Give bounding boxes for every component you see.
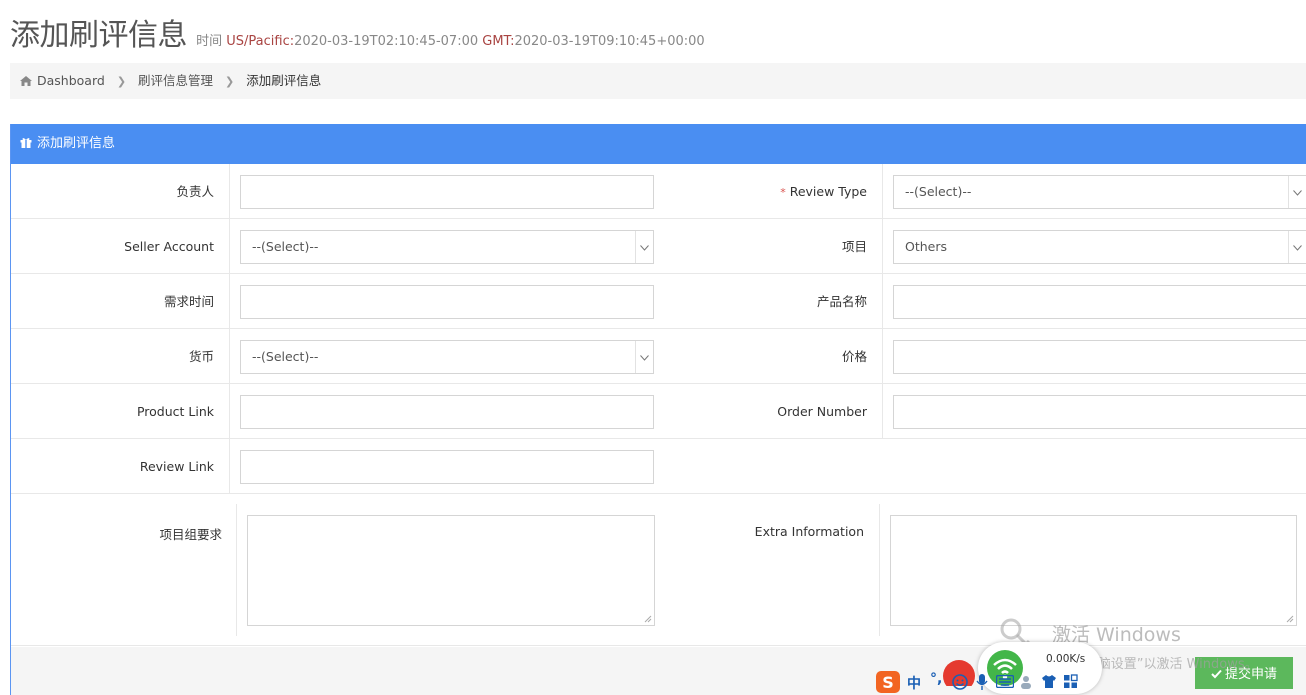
resize-grip-icon: [1286, 615, 1294, 623]
chevron-down-icon: [635, 341, 653, 373]
breadcrumb-current: 添加刷评信息: [246, 73, 322, 88]
resize-grip-icon: [644, 615, 652, 623]
product-name-input[interactable]: [893, 285, 1306, 319]
order-number-label: Order Number: [777, 404, 867, 419]
form-row: Review Link: [11, 439, 1306, 494]
owner-input[interactable]: [240, 175, 654, 209]
form-row: Product Link Order Number: [11, 384, 1306, 439]
breadcrumb-review-management[interactable]: 刷评信息管理: [138, 73, 213, 88]
emoji-icon[interactable]: [952, 674, 968, 690]
seller-account-label: Seller Account: [124, 239, 214, 254]
breadcrumb: Dashboard ❯ 刷评信息管理 ❯ 添加刷评信息: [10, 63, 1306, 99]
chevron-right-icon: ❯: [116, 75, 127, 88]
product-name-label: 产品名称: [816, 294, 867, 309]
project-select[interactable]: Others: [893, 230, 1306, 264]
seller-account-select[interactable]: --(Select)--: [240, 230, 654, 264]
user-icon[interactable]: [1020, 675, 1036, 690]
form-row: 货币 --(Select)-- 价格: [11, 329, 1306, 384]
tz2-value: 2020-03-19T09:10:45+00:00: [514, 34, 705, 49]
currency-select[interactable]: --(Select)--: [240, 340, 654, 374]
seller-account-value: --(Select)--: [252, 239, 319, 254]
price-label: 价格: [841, 349, 867, 364]
required-marker: *: [780, 186, 786, 199]
chevron-down-icon: [635, 231, 653, 263]
grid-icon[interactable]: [1063, 674, 1078, 689]
form-row: Seller Account --(Select)-- 项目 Others: [11, 219, 1306, 274]
tz2-key: GMT:: [482, 34, 515, 49]
group-requirements-label: 项目组要求: [159, 527, 222, 542]
panel-title: 添加刷评信息: [37, 136, 116, 151]
chevron-down-icon: [1288, 231, 1306, 263]
ime-language[interactable]: 中: [907, 673, 921, 693]
product-link-label: Product Link: [136, 404, 214, 419]
keyboard-icon[interactable]: [996, 675, 1014, 688]
form-row: 需求时间 产品名称: [11, 274, 1306, 329]
review-link-label: Review Link: [139, 459, 214, 474]
product-link-input[interactable]: [240, 395, 654, 429]
project-value: Others: [905, 239, 948, 254]
sogou-icon[interactable]: S: [875, 670, 901, 694]
group-requirements-textarea[interactable]: [247, 515, 655, 626]
review-type-select[interactable]: --(Select)--: [893, 175, 1306, 209]
extra-information-textarea[interactable]: [890, 515, 1297, 626]
mic-icon[interactable]: [976, 673, 988, 691]
chevron-right-icon: ❯: [225, 75, 235, 88]
owner-label: 负责人: [176, 184, 214, 199]
server-time: 时间 US/Pacific:2020-03-19T02:10:45-07:00 …: [196, 34, 705, 49]
tz1-key: US/Pacific:: [226, 34, 295, 49]
demand-time-input[interactable]: [240, 285, 654, 319]
home-icon: [20, 76, 32, 86]
gift-icon: [20, 138, 32, 148]
review-type-value: --(Select)--: [905, 184, 972, 199]
svg-text:S: S: [882, 673, 894, 692]
form-row: 负责人 * Review Type --(Select)--: [11, 164, 1306, 219]
panel-heading: 添加刷评信息: [11, 124, 1306, 164]
net-speed: 0.00K/s: [1046, 653, 1086, 665]
order-number-input[interactable]: [893, 395, 1306, 429]
demand-time-label: 需求时间: [163, 294, 214, 309]
time-prefix: 时间: [196, 34, 223, 49]
ime-punctuation[interactable]: °,: [930, 671, 942, 687]
chevron-down-icon: [1288, 176, 1306, 208]
project-label: 项目: [841, 239, 867, 254]
extra-information-label: Extra Information: [754, 524, 864, 539]
currency-value: --(Select)--: [252, 349, 319, 364]
currency-label: 货币: [188, 349, 214, 364]
page-header: 添加刷评信息 时间 US/Pacific:2020-03-19T02:10:45…: [10, 10, 705, 54]
review-link-input[interactable]: [240, 450, 654, 484]
price-input[interactable]: [893, 340, 1306, 374]
review-type-label: * Review Type: [780, 184, 867, 199]
shirt-icon[interactable]: [1041, 674, 1057, 689]
breadcrumb-dashboard[interactable]: Dashboard: [37, 73, 105, 88]
tz1-value: 2020-03-19T02:10:45-07:00: [294, 34, 479, 49]
page-title: 添加刷评信息: [10, 18, 188, 53]
form-panel: 添加刷评信息 负责人 * Review Type --(Select)-- Sel…: [10, 124, 1306, 695]
